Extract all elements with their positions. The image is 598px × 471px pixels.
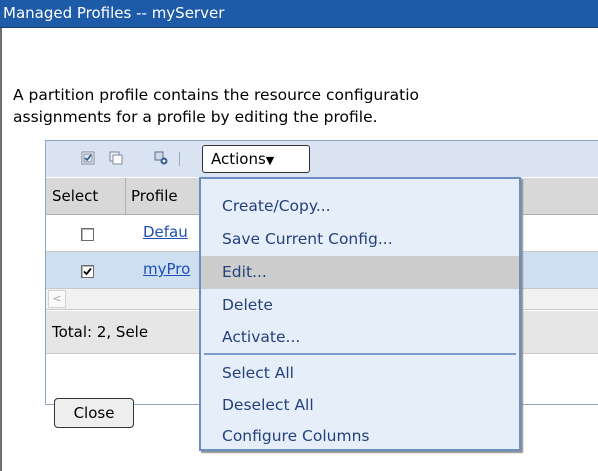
row-checkbox[interactable] xyxy=(81,265,94,278)
select-all-icon[interactable] xyxy=(81,151,95,165)
toolbar-separator xyxy=(179,152,180,166)
table-total-text: Total: 2, Sele xyxy=(52,323,149,341)
actions-dropdown-menu: Create/Copy... Save Current Config... Ed… xyxy=(199,177,521,451)
copy-icon[interactable] xyxy=(109,151,123,165)
actions-menu-button[interactable]: Actions▼ xyxy=(202,145,310,173)
menu-item-deselect-all[interactable]: Deselect All xyxy=(201,389,519,422)
menu-item-save-current-config[interactable]: Save Current Config... xyxy=(201,223,519,256)
profile-link[interactable]: Defau xyxy=(143,223,188,241)
menu-item-select-all[interactable]: Select All xyxy=(201,357,519,390)
dropdown-arrow-icon: ▼ xyxy=(265,154,275,167)
scroll-left-icon[interactable]: < xyxy=(48,290,66,308)
window-title: Managed Profiles -- myServer xyxy=(0,0,598,28)
menu-item-activate[interactable]: Activate... xyxy=(201,321,519,354)
checkbox-checked-icon xyxy=(82,266,93,280)
column-header-select[interactable]: Select xyxy=(46,178,126,214)
menu-separator xyxy=(204,353,516,355)
description-line-1: A partition profile contains the resourc… xyxy=(13,86,419,104)
row-checkbox[interactable] xyxy=(81,228,94,241)
filter-icon[interactable] xyxy=(154,151,168,165)
description-line-2: assignments for a profile by editing the… xyxy=(13,108,378,126)
menu-item-configure-columns[interactable]: Configure Columns xyxy=(201,420,519,453)
menu-item-create-copy[interactable]: Create/Copy... xyxy=(201,190,519,223)
actions-label: Actions xyxy=(211,150,266,168)
description: A partition profile contains the resourc… xyxy=(13,84,598,128)
profile-link[interactable]: myPro xyxy=(143,260,190,278)
close-button[interactable]: Close xyxy=(54,398,134,428)
menu-item-edit[interactable]: Edit... xyxy=(201,256,519,289)
menu-item-delete[interactable]: Delete xyxy=(201,289,519,322)
table-toolbar: Actions▼ xyxy=(46,141,598,177)
